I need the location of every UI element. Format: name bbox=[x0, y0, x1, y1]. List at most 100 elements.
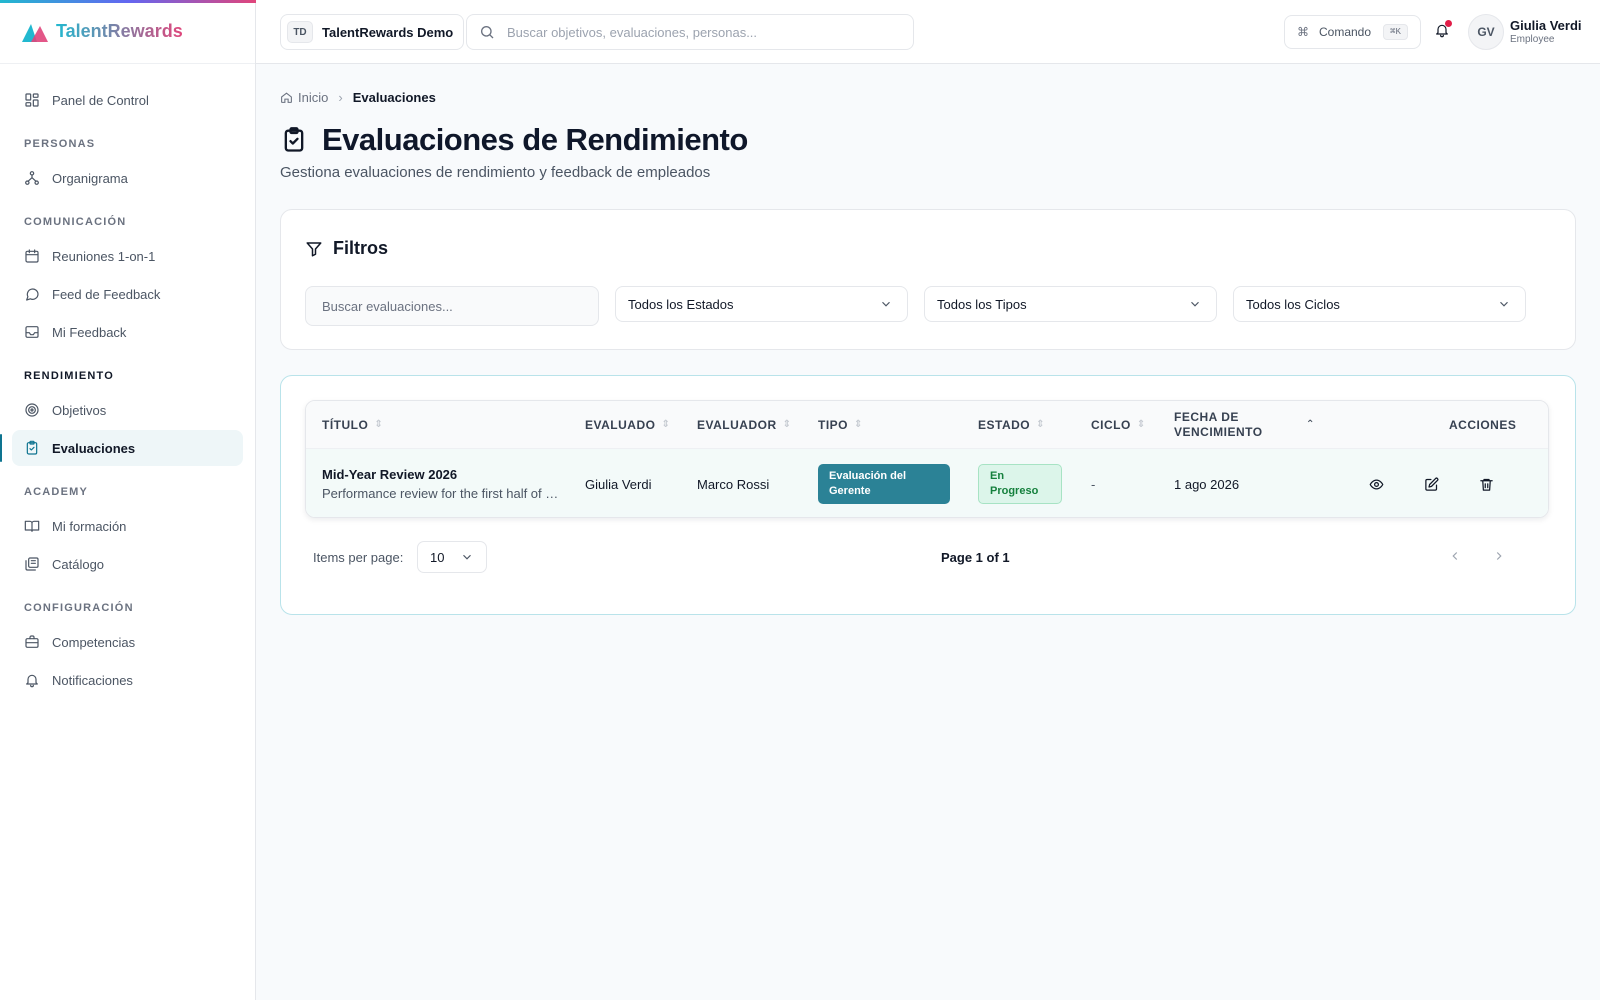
column-header-label: CICLO bbox=[1091, 418, 1131, 432]
sidebar-item-notificaciones[interactable]: Notificaciones bbox=[12, 662, 243, 698]
next-page-button[interactable] bbox=[1489, 546, 1509, 566]
user-name[interactable]: Giulia Verdi bbox=[1510, 18, 1582, 33]
eye-icon bbox=[1369, 479, 1383, 489]
sidebar-item-catalogo[interactable]: Catálogo bbox=[12, 546, 243, 582]
brand-accent-bar bbox=[0, 0, 256, 3]
command-shortcut: ⌘K bbox=[1383, 24, 1408, 40]
evaluation-title[interactable]: Mid-Year Review 2026 bbox=[322, 467, 457, 482]
workspace-switcher[interactable]: TD TalentRewards Demo bbox=[280, 14, 465, 50]
sidebar-item-reuniones[interactable]: Reuniones 1-on-1 bbox=[12, 238, 243, 274]
column-header-evaluator[interactable]: EVALUADOR ⇕ bbox=[697, 401, 792, 449]
calendar-icon bbox=[25, 249, 39, 263]
sidebar-item-label: Mi Feedback bbox=[52, 324, 127, 340]
sidebar-item-label: Evaluaciones bbox=[52, 440, 136, 456]
sidebar-item-label: Competencias bbox=[52, 634, 136, 650]
dashboard-icon bbox=[25, 93, 39, 107]
brand-logo-icon bbox=[22, 23, 48, 42]
sidebar-item-panel-de-control[interactable]: Panel de Control bbox=[12, 82, 243, 118]
sort-icon: ⇕ bbox=[854, 419, 863, 430]
sidebar-item-competencias[interactable]: Competencias bbox=[12, 624, 243, 660]
column-header-cycle[interactable]: CICLO ⇕ bbox=[1091, 401, 1146, 449]
sidebar-nav: Panel de Control PERSONAS Organigrama CO… bbox=[0, 64, 255, 698]
column-header-evaluated[interactable]: EVALUADO ⇕ bbox=[585, 401, 670, 449]
notification-dot bbox=[1445, 20, 1452, 27]
view-button[interactable] bbox=[1366, 474, 1386, 494]
evaluations-table-card: TÍTULO ⇕ EVALUADO ⇕ EVALUADOR ⇕ TIPO ⇕ ESTAD… bbox=[280, 375, 1576, 615]
sidebar-item-evaluaciones[interactable]: Evaluaciones bbox=[0, 430, 243, 466]
evaluations-table: TÍTULO ⇕ EVALUADO ⇕ EVALUADOR ⇕ TIPO ⇕ ESTAD… bbox=[305, 400, 1549, 518]
cycle-filter-select[interactable]: Todos los Ciclos bbox=[1233, 286, 1526, 322]
cell-status: En Progreso bbox=[978, 449, 1062, 517]
brand[interactable]: TalentRewards bbox=[0, 0, 255, 64]
sidebar-item-label: Organigrama bbox=[52, 170, 128, 186]
sort-ascending-icon: ⌃ bbox=[1306, 419, 1315, 430]
user-avatar[interactable]: GV bbox=[1468, 14, 1504, 50]
notifications-button[interactable] bbox=[1434, 20, 1454, 42]
cell-type: Evaluación del Gerente bbox=[818, 449, 950, 517]
sidebar-item-mi-formacion[interactable]: Mi formación bbox=[12, 508, 243, 544]
type-filter-value: Todos los Tipos bbox=[937, 296, 1027, 312]
sidebar-item-label: Panel de Control bbox=[52, 92, 149, 108]
breadcrumb-home-link[interactable]: Inicio bbox=[298, 90, 328, 105]
filters-title: Filtros bbox=[333, 238, 389, 258]
breadcrumb-chevron-icon: › bbox=[338, 90, 343, 105]
sidebar-item-label: Reuniones 1-on-1 bbox=[52, 248, 156, 264]
previous-page-button[interactable] bbox=[1445, 546, 1465, 566]
filters-card: Filtros Todos los Estados Todos los Tipo… bbox=[280, 209, 1576, 350]
sort-icon: ⇕ bbox=[1136, 419, 1146, 430]
global-search[interactable] bbox=[466, 14, 914, 50]
column-header-status[interactable]: ESTADO ⇕ bbox=[978, 401, 1045, 449]
evaluations-search-input[interactable] bbox=[305, 286, 599, 326]
trash-icon bbox=[1479, 478, 1493, 491]
column-header-due-date[interactable]: FECHA DE VENCIMIENTO ⌃ bbox=[1174, 401, 1324, 449]
table-row[interactable]: Mid-Year Review 2026 Performance review … bbox=[306, 449, 1548, 517]
status-filter-value: Todos los Estados bbox=[628, 296, 734, 312]
user-role: Employee bbox=[1510, 34, 1555, 45]
delete-button[interactable] bbox=[1476, 474, 1496, 494]
chevron-down-icon bbox=[1500, 301, 1508, 307]
search-icon bbox=[481, 26, 494, 39]
inbox-icon bbox=[25, 326, 39, 338]
sidebar-section-configuracion: CONFIGURACIÓN bbox=[24, 602, 134, 614]
type-filter-select[interactable]: Todos los Tipos bbox=[924, 286, 1217, 322]
column-header-title[interactable]: TÍTULO ⇕ bbox=[322, 401, 383, 449]
command-palette-button[interactable]: ⌘ Comando ⌘K bbox=[1284, 15, 1421, 49]
sidebar-item-objetivos[interactable]: Objetivos bbox=[12, 392, 243, 428]
clipboard-check-icon bbox=[26, 440, 38, 455]
column-header-label: EVALUADOR bbox=[697, 418, 777, 432]
sidebar-section-academy: ACADEMY bbox=[24, 486, 89, 498]
sidebar-item-organigrama[interactable]: Organigrama bbox=[12, 160, 243, 196]
chevron-right-icon bbox=[1496, 552, 1502, 560]
status-filter-select[interactable]: Todos los Estados bbox=[615, 286, 908, 322]
filter-icon bbox=[306, 241, 322, 256]
sidebar-item-label: Feed de Feedback bbox=[52, 286, 161, 302]
clipboard-check-icon bbox=[284, 127, 304, 152]
edit-button[interactable] bbox=[1421, 474, 1441, 494]
sort-icon: ⇕ bbox=[1036, 419, 1046, 430]
sidebar-item-feed-de-feedback[interactable]: Feed de Feedback bbox=[12, 276, 243, 312]
column-header-label: EVALUADO bbox=[585, 418, 656, 432]
cell-evaluator: Marco Rossi bbox=[697, 476, 770, 492]
brand-name: TalentRewards bbox=[56, 21, 183, 41]
sidebar-section-personas: PERSONAS bbox=[24, 138, 96, 150]
column-header-label: ACCIONES bbox=[1449, 418, 1517, 432]
sidebar-section-comunicacion: COMUNICACIÓN bbox=[24, 216, 127, 228]
column-header-label: FECHA DE VENCIMIENTO bbox=[1174, 410, 1263, 439]
cell-evaluated: Giulia Verdi bbox=[585, 476, 652, 492]
chat-bubble-icon bbox=[26, 288, 39, 301]
column-header-actions: ACCIONES bbox=[1449, 401, 1516, 449]
org-chart-icon bbox=[25, 171, 39, 185]
column-header-label: TIPO bbox=[818, 418, 849, 432]
sort-icon: ⇕ bbox=[661, 419, 671, 430]
chevron-down-icon bbox=[1191, 301, 1199, 307]
sidebar-section-rendimiento: RENDIMIENTO bbox=[24, 370, 115, 382]
evaluation-description: Performance review for the first half of… bbox=[322, 486, 562, 501]
sidebar-item-mi-feedback[interactable]: Mi Feedback bbox=[12, 314, 243, 350]
global-search-input[interactable] bbox=[507, 24, 907, 40]
workspace-badge: TD bbox=[287, 21, 313, 43]
book-open-icon bbox=[24, 520, 40, 532]
page-header: Evaluaciones de Rendimiento bbox=[280, 122, 748, 158]
column-header-type[interactable]: TIPO ⇕ bbox=[818, 401, 863, 449]
edit-icon bbox=[1424, 477, 1438, 491]
items-per-page-select[interactable]: 10 bbox=[417, 541, 487, 573]
